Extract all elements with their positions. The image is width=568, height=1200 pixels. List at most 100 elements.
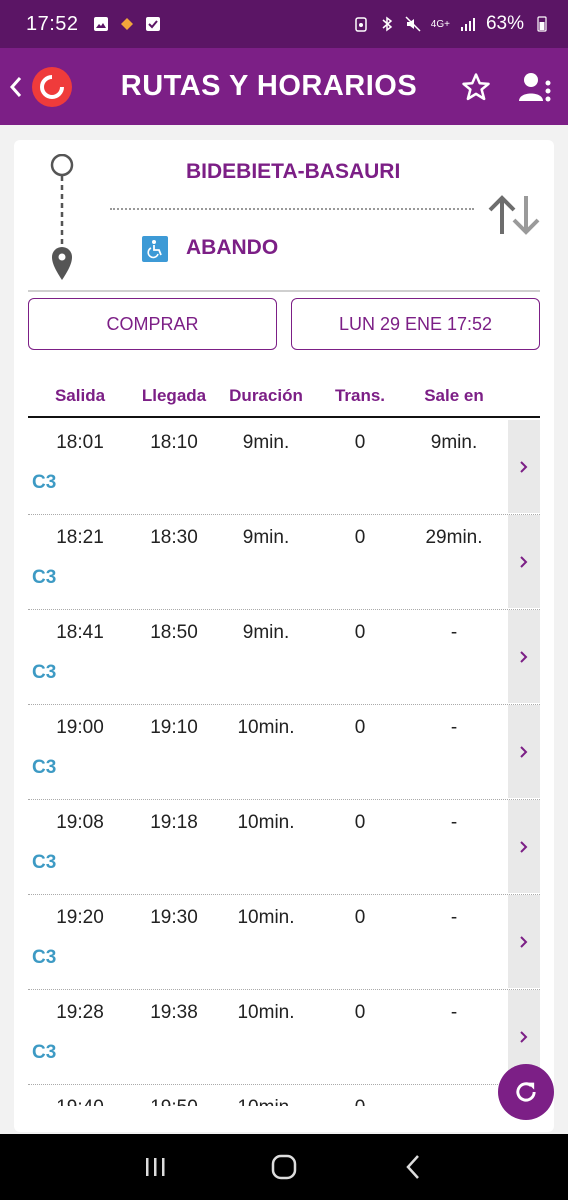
departure-time: 18:01 <box>56 432 104 453</box>
line-code: C3 <box>32 1042 57 1063</box>
leaves-in: - <box>450 812 458 833</box>
table-row[interactable]: 18:21 18:30 9min. 0 29min. C3 <box>28 515 540 610</box>
table-row[interactable]: 19:00 19:10 10min. 0 - C3 <box>28 705 540 800</box>
star-icon <box>462 72 490 100</box>
line-code: C3 <box>32 947 57 968</box>
route-divider <box>110 208 474 210</box>
line-code: C3 <box>32 567 57 588</box>
table-row[interactable]: 19:40 19:50 10min. 0 - C3 <box>28 1085 540 1106</box>
origin-station[interactable]: BIDEBIETA-BASAURI <box>186 160 400 184</box>
leaves-in: 29min. <box>425 527 483 548</box>
header-transfers: Trans. <box>334 386 386 405</box>
duration: 10min. <box>237 812 295 833</box>
page-title: RUTAS Y HORARIOS <box>120 70 418 102</box>
transfers: 0 <box>354 812 366 833</box>
route-bottom-divider <box>28 290 540 292</box>
row-detail-button[interactable] <box>508 895 540 988</box>
status-time: 17:52 <box>26 12 79 35</box>
departure-time: 18:21 <box>56 527 104 548</box>
departure-time: 18:41 <box>56 622 104 643</box>
arrival-time: 18:50 <box>150 622 198 643</box>
battery-saver-icon <box>355 17 367 32</box>
line-code: C3 <box>32 662 57 683</box>
leaves-in: - <box>450 717 458 738</box>
arrival-time: 19:30 <box>150 907 198 928</box>
chevron-right-icon <box>520 935 528 948</box>
chevron-left-icon <box>9 76 22 97</box>
mute-icon <box>405 16 421 32</box>
duration: 10min. <box>237 907 295 928</box>
battery-percent: 63% <box>485 13 524 34</box>
arrival-time: 19:38 <box>150 1002 198 1023</box>
table-row[interactable]: 19:20 19:30 10min. 0 - C3 <box>28 895 540 990</box>
line-code: C3 <box>32 852 57 873</box>
row-detail-button[interactable] <box>508 515 540 608</box>
swap-arrows-icon <box>488 195 540 235</box>
route-selector: BIDEBIETA-BASAURI ABANDO <box>14 140 554 294</box>
departure-time: 19:40 <box>28 1097 132 1106</box>
transfers: 0 <box>354 527 366 548</box>
arrival-time: 19:50 <box>132 1097 216 1106</box>
route-line-icon <box>50 154 74 280</box>
back-nav-icon <box>406 1155 420 1179</box>
leaves-in: - <box>450 907 458 928</box>
transfers: 0 <box>354 717 366 738</box>
header-departure: Salida <box>54 386 106 405</box>
account-button[interactable] <box>516 67 556 107</box>
destination-station[interactable]: ABANDO <box>186 236 278 260</box>
leaves-in: 9min. <box>430 432 478 453</box>
row-detail-button[interactable] <box>508 705 540 798</box>
battery-icon <box>537 16 547 32</box>
duration: 10min. <box>216 1097 316 1106</box>
table-row[interactable]: 18:41 18:50 9min. 0 - C3 <box>28 610 540 705</box>
recent-apps-button[interactable] <box>135 1147 175 1187</box>
transfers: 0 <box>354 432 366 453</box>
back-nav-button[interactable] <box>393 1147 433 1187</box>
transfers: 0 <box>354 1002 366 1023</box>
line-code: C3 <box>32 472 57 493</box>
app-notification-icon <box>120 18 133 30</box>
gallery-icon <box>93 17 108 31</box>
back-button[interactable] <box>0 48 32 125</box>
line-code: C3 <box>32 757 57 778</box>
transfers: 0 <box>316 1097 404 1106</box>
leaves-in: - <box>450 1002 458 1023</box>
status-bar: 17:52 4G+ 63% <box>0 0 568 48</box>
row-detail-button[interactable] <box>508 800 540 893</box>
swap-stations-button[interactable] <box>486 192 542 238</box>
row-detail-button[interactable] <box>508 610 540 703</box>
home-icon <box>271 1154 297 1180</box>
departure-time: 19:08 <box>56 812 104 833</box>
duration: 9min. <box>242 622 290 643</box>
arrival-time: 19:10 <box>150 717 198 738</box>
refresh-button[interactable] <box>498 1064 554 1120</box>
chevron-right-icon <box>520 555 528 568</box>
chevron-right-icon <box>520 1030 528 1043</box>
wheelchair-icon <box>142 236 168 262</box>
leaves-in: - <box>404 1097 504 1106</box>
arrival-time: 19:18 <box>150 812 198 833</box>
row-detail-button[interactable] <box>508 420 540 513</box>
home-button[interactable] <box>264 1147 304 1187</box>
header-leaves-in: Sale en <box>424 386 484 405</box>
table-row[interactable]: 18:01 18:10 9min. 0 9min. C3 <box>28 420 540 515</box>
chevron-right-icon <box>520 745 528 758</box>
system-status: 4G+ 63% <box>353 13 550 35</box>
schedule-header: Salida Llegada Duración Trans. Sale en <box>28 386 540 418</box>
leaves-in: - <box>450 622 458 643</box>
table-row[interactable]: 19:08 19:18 10min. 0 - C3 <box>28 800 540 895</box>
recent-apps-icon <box>145 1158 165 1176</box>
buy-button[interactable]: COMPRAR <box>28 298 277 350</box>
transfers: 0 <box>354 622 366 643</box>
duration: 9min. <box>242 527 290 548</box>
date-time-button[interactable]: LUN 29 ENE 17:52 <box>291 298 540 350</box>
bluetooth-icon <box>382 16 392 32</box>
notification-icons <box>93 16 161 32</box>
checkbox-icon <box>145 17 160 31</box>
table-row[interactable]: 19:28 19:38 10min. 0 - C3 <box>28 990 540 1085</box>
favorite-button[interactable] <box>456 67 496 107</box>
signal-icon <box>460 18 475 31</box>
arrival-time: 18:10 <box>150 432 198 453</box>
departure-time: 19:20 <box>56 907 104 928</box>
header-duration: Duración <box>229 386 303 405</box>
